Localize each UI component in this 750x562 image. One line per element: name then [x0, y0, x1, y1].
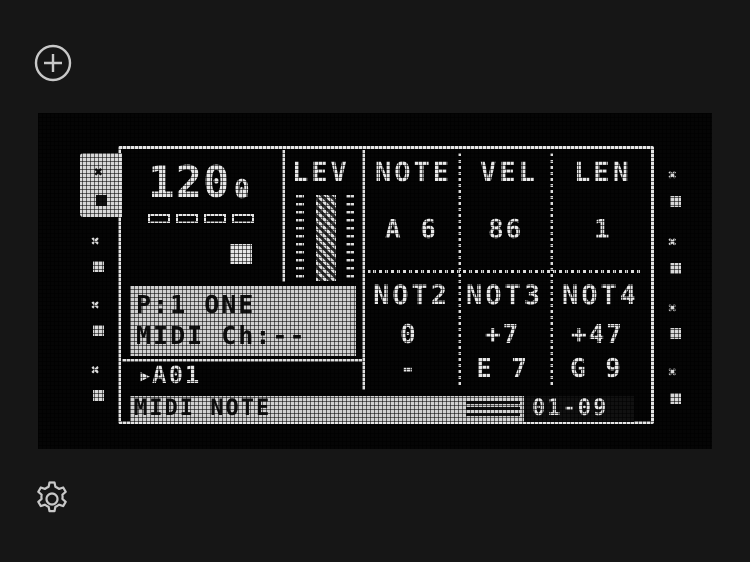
- settings-button[interactable]: [32, 479, 72, 519]
- divider: [362, 150, 365, 390]
- not4-offset[interactable]: +47: [571, 320, 624, 350]
- divider: [282, 150, 285, 282]
- not4-note[interactable]: G 9: [570, 354, 623, 384]
- x-icon[interactable]: ✖: [668, 166, 677, 184]
- header-note[interactable]: NOTE: [375, 157, 452, 188]
- track-name: P:1 ONE: [136, 290, 256, 319]
- plus-circle-icon: [34, 44, 72, 82]
- grid-line: [368, 270, 640, 273]
- note-value[interactable]: A 6: [385, 215, 438, 245]
- grid-line: [458, 153, 461, 385]
- square-icon[interactable]: [93, 390, 104, 401]
- footer-lines-icon: [466, 401, 520, 417]
- footer-label: MIDI NOTE: [134, 396, 272, 421]
- square-icon: [96, 195, 107, 206]
- tempo-beat-dashes: [148, 214, 258, 224]
- not2-offset[interactable]: 0: [400, 320, 418, 350]
- len-value[interactable]: 1: [594, 215, 612, 245]
- header-not3[interactable]: NOT3: [466, 280, 543, 311]
- tempo-decimal: 0: [234, 175, 252, 205]
- header-not2[interactable]: NOT2: [373, 280, 450, 311]
- x-icon[interactable]: ✖: [668, 233, 677, 251]
- square-icon[interactable]: [670, 263, 681, 274]
- square-icon[interactable]: [93, 325, 104, 336]
- vel-value[interactable]: 86: [488, 215, 523, 245]
- x-icon[interactable]: ✖: [91, 296, 100, 314]
- header-lev: LEV: [292, 157, 350, 188]
- square-icon[interactable]: [670, 328, 681, 339]
- level-meter[interactable]: [296, 195, 358, 281]
- not3-offset[interactable]: +7: [485, 320, 520, 350]
- header-vel[interactable]: VEL: [480, 157, 538, 188]
- x-icon: ✖: [94, 163, 104, 181]
- stop-square-icon[interactable]: [230, 244, 252, 264]
- header-not4[interactable]: NOT4: [562, 280, 639, 311]
- grid-line: [550, 153, 553, 385]
- pattern-value[interactable]: A01: [152, 361, 201, 389]
- gear-icon: [37, 481, 67, 513]
- x-icon[interactable]: ✖: [668, 363, 677, 381]
- not3-note[interactable]: E 7: [476, 354, 529, 384]
- not2-note[interactable]: -: [400, 354, 418, 384]
- square-icon[interactable]: [93, 261, 104, 272]
- header-len[interactable]: LEN: [574, 157, 632, 188]
- add-button[interactable]: [33, 43, 73, 83]
- x-icon[interactable]: ✖: [668, 299, 677, 317]
- device-screen[interactable]: ✖ ✖ ✖ ✖ ✖ ✖ ✖ ✖ 120. 0 LEV NOTE VEL LEN: [38, 113, 712, 449]
- footer-range[interactable]: 01-09: [532, 396, 608, 421]
- midi-channel: MIDI Ch:--: [136, 321, 307, 350]
- x-icon[interactable]: ✖: [91, 232, 100, 250]
- square-icon[interactable]: [670, 196, 681, 207]
- square-icon[interactable]: [670, 393, 681, 404]
- x-icon[interactable]: ✖: [91, 361, 100, 379]
